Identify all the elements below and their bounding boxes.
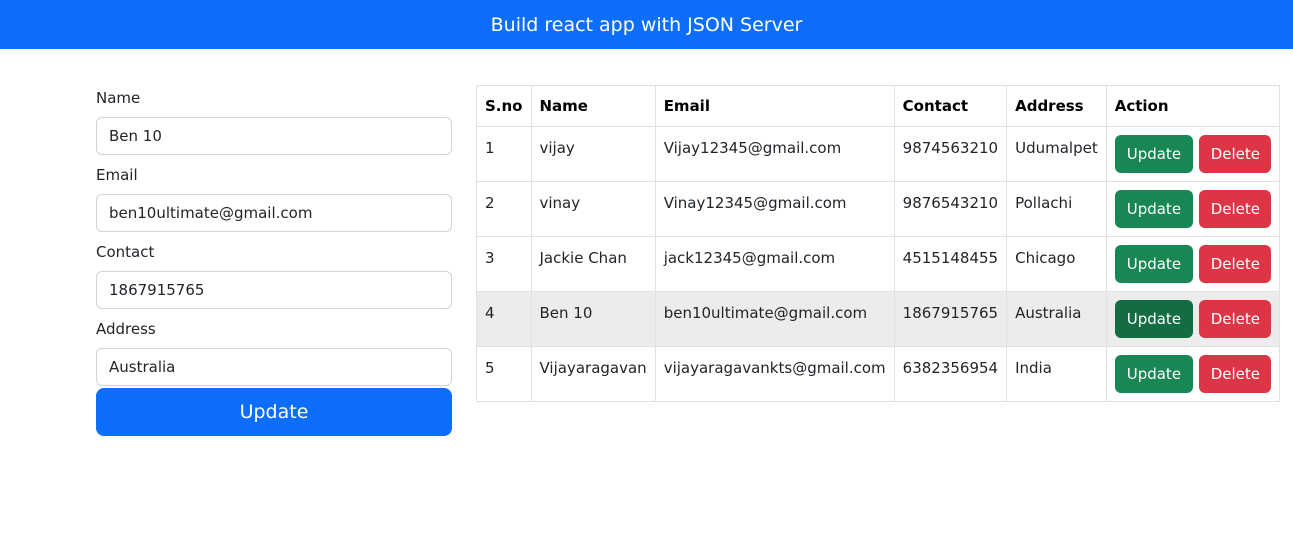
cell-address: Udumalpet xyxy=(1006,126,1107,182)
cell-email: jack12345@gmail.com xyxy=(654,236,895,292)
email-input[interactable] xyxy=(96,194,452,232)
row-delete-button[interactable]: Delete xyxy=(1198,135,1271,173)
cell-contact: 9874563210 xyxy=(893,126,1008,182)
email-label: Email xyxy=(96,166,138,184)
cell-address: Chicago xyxy=(1006,236,1107,292)
cell-address: Pollachi xyxy=(1006,181,1107,237)
header-name: Name xyxy=(530,85,656,127)
cell-sno: 1 xyxy=(476,126,532,182)
users-table: S.no Name Email Contact Address Action 1… xyxy=(476,85,1280,402)
row-update-button[interactable]: Update xyxy=(1114,190,1193,228)
top-navbar: Build react app with JSON Server xyxy=(0,0,1293,49)
cell-action: Update Delete xyxy=(1105,126,1280,182)
header-action: Action xyxy=(1105,85,1280,127)
table-row-selected: 4 Ben 10 ben10ultimate@gmail.com 1867915… xyxy=(476,291,1280,347)
cell-sno: 3 xyxy=(476,236,532,292)
row-update-button[interactable]: Update xyxy=(1114,300,1193,338)
table-row: 2 vinay Vinay12345@gmail.com 9876543210 … xyxy=(476,181,1280,237)
cell-name: vinay xyxy=(530,181,656,237)
contact-input[interactable] xyxy=(96,271,452,309)
cell-sno: 5 xyxy=(476,346,532,402)
cell-name: Vijayaragavan xyxy=(530,346,656,402)
name-input[interactable] xyxy=(96,117,452,155)
cell-action: Update Delete xyxy=(1105,181,1280,237)
cell-action: Update Delete xyxy=(1105,346,1280,402)
contact-label: Contact xyxy=(96,243,155,261)
row-update-button[interactable]: Update xyxy=(1114,245,1193,283)
cell-address: India xyxy=(1006,346,1107,402)
header-contact: Contact xyxy=(893,85,1008,127)
cell-contact: 9876543210 xyxy=(893,181,1008,237)
table-row: 1 vijay Vijay12345@gmail.com 9874563210 … xyxy=(476,126,1280,182)
cell-sno: 4 xyxy=(476,291,532,347)
row-delete-button[interactable]: Delete xyxy=(1198,355,1271,393)
user-form: Name Email Contact Address Update xyxy=(96,86,452,436)
cell-name: vijay xyxy=(530,126,656,182)
row-delete-button[interactable]: Delete xyxy=(1198,245,1271,283)
row-delete-button[interactable]: Delete xyxy=(1198,190,1271,228)
cell-sno: 2 xyxy=(476,181,532,237)
cell-email: Vinay12345@gmail.com xyxy=(654,181,895,237)
table-row: 5 Vijayaragavan vijayaragavankts@gmail.c… xyxy=(476,346,1280,402)
form-update-button[interactable]: Update xyxy=(96,388,452,436)
cell-address: Australia xyxy=(1006,291,1107,347)
cell-name: Ben 10 xyxy=(530,291,656,347)
row-update-button[interactable]: Update xyxy=(1114,355,1193,393)
name-label: Name xyxy=(96,89,141,107)
cell-email: vijayaragavankts@gmail.com xyxy=(654,346,895,402)
cell-contact: 4515148455 xyxy=(893,236,1008,292)
row-update-button[interactable]: Update xyxy=(1114,135,1193,173)
address-input[interactable] xyxy=(96,348,452,386)
cell-contact: 1867915765 xyxy=(893,291,1008,347)
cell-name: Jackie Chan xyxy=(530,236,656,292)
header-sno: S.no xyxy=(476,85,532,127)
address-label: Address xyxy=(96,320,156,338)
cell-contact: 6382356954 xyxy=(893,346,1008,402)
table-row: 3 Jackie Chan jack12345@gmail.com 451514… xyxy=(476,236,1280,292)
cell-email: Vijay12345@gmail.com xyxy=(654,126,895,182)
header-address: Address xyxy=(1006,85,1107,127)
cell-action: Update Delete xyxy=(1105,291,1280,347)
cell-email: ben10ultimate@gmail.com xyxy=(654,291,895,347)
cell-action: Update Delete xyxy=(1105,236,1280,292)
row-delete-button[interactable]: Delete xyxy=(1198,300,1271,338)
app-title: Build react app with JSON Server xyxy=(490,13,803,36)
header-email: Email xyxy=(654,85,895,127)
table-header-row: S.no Name Email Contact Address Action xyxy=(476,85,1280,127)
